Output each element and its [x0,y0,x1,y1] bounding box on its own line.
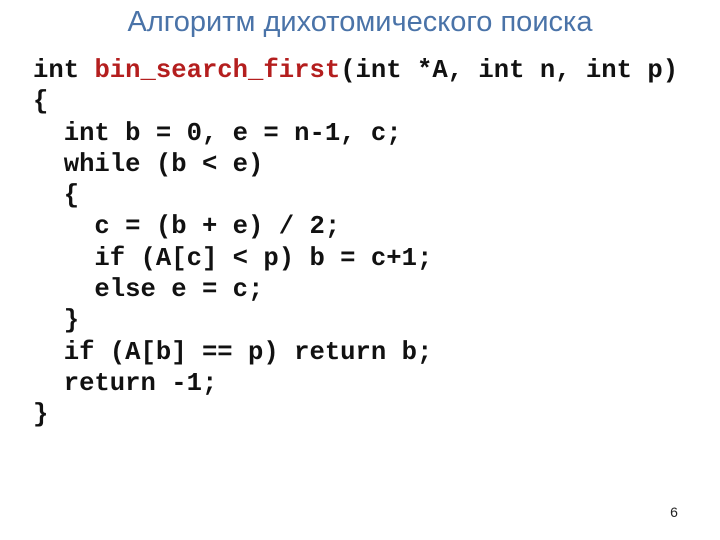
code-block: int bin_search_first(int *A, int n, int … [33,55,678,431]
code-line: while (b < e) [33,149,264,179]
function-params: (int *A, int n, int p) [340,56,679,85]
code-line-signature: int bin_search_first(int *A, int n, int … [33,55,678,86]
code-line: { [33,181,80,211]
code-line: else e = c; [33,275,264,305]
code-line: int b = 0, e = n-1, c; [33,118,402,148]
code-line: } [33,306,80,336]
code-line: } [33,400,49,430]
slide-title: Алгоритм дихотомического поиска [127,6,593,38]
page-number: 6 [670,504,678,520]
code-line: if (A[c] < p) b = c+1; [33,243,433,273]
code-line: c = (b + e) / 2; [33,212,341,242]
code-line: return -1; [33,368,218,398]
return-type: int [33,56,95,85]
code-line: if (A[b] == p) return b; [33,337,433,367]
function-name: bin_search_first [94,56,341,85]
code-line: { [33,87,49,117]
